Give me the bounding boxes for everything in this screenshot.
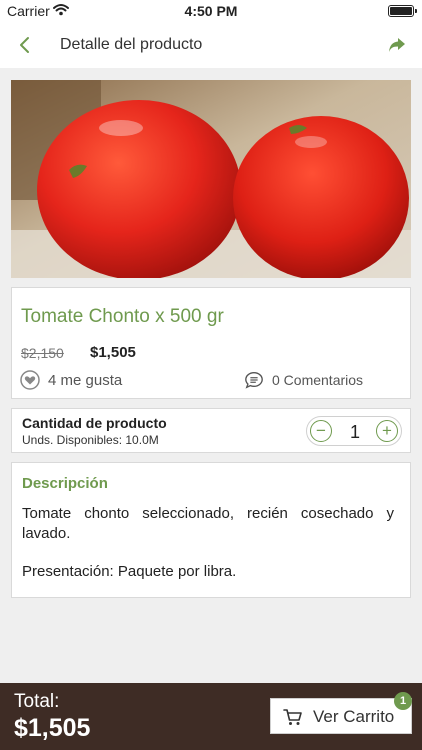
old-price: $2,150 (21, 345, 64, 361)
view-cart-button[interactable]: Ver Carrito (270, 698, 412, 734)
total-label: Total: (14, 691, 60, 712)
product-name: Tomate Chonto x 500 gr (21, 306, 224, 327)
back-chevron-icon[interactable] (14, 34, 36, 56)
battery-icon (388, 5, 417, 17)
checkout-bar: Total: $1,505 Ver Carrito (0, 683, 422, 750)
product-image (11, 80, 411, 278)
description-title: Descripción (22, 475, 108, 492)
comments-count: 0 Comentarios (272, 372, 364, 388)
increase-button[interactable]: + (376, 420, 398, 442)
description-text: Tomate chonto seleccionado, recién cosec… (22, 505, 394, 542)
quantity-title: Cantidad de producto (22, 415, 167, 431)
available-units: Unds. Disponibles: 10.0M (22, 433, 159, 447)
presentation-text: Presentación: Paquete por libra. (22, 563, 237, 580)
like-button[interactable]: 4 me gusta (20, 370, 122, 390)
quantity-card: Cantidad de producto Unds. Disponibles: … (11, 408, 411, 453)
heart-icon (20, 370, 40, 390)
cart-count-badge: 1 (394, 692, 412, 710)
product-info-card: Tomate Chonto x 500 gr $2,150 $1,505 4 m… (11, 287, 411, 399)
likes-count: 4 me gusta (48, 371, 123, 389)
navigation-bar: Detalle del producto (0, 22, 422, 68)
status-time: 4:50 PM (184, 3, 238, 19)
comment-icon (244, 370, 264, 390)
view-cart-label: Ver Carrito (313, 707, 395, 726)
page-title: Detalle del producto (60, 36, 203, 53)
status-bar: Carrier 4:50 PM (0, 0, 422, 22)
share-icon[interactable] (386, 34, 408, 56)
comments-button[interactable]: 0 Comentarios (244, 370, 363, 390)
quantity-stepper: − 1 + (306, 416, 402, 446)
total-value: $1,505 (14, 714, 91, 742)
cart-icon (283, 708, 303, 731)
current-price: $1,505 (90, 344, 136, 361)
description-card: Descripción Tomate chonto seleccionado, … (11, 462, 411, 598)
